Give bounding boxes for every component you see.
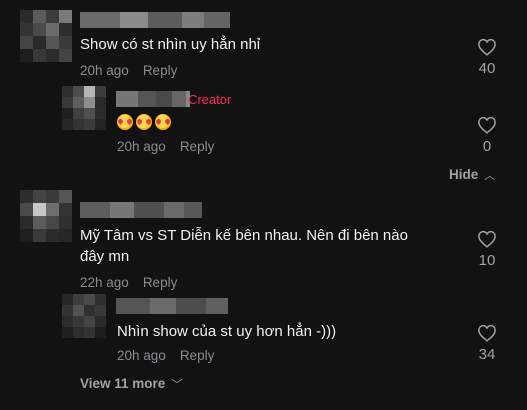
reply-text: Nhìn show của st uy hơn hẳn -))) xyxy=(117,323,337,340)
reply-meta: 20h ago Reply xyxy=(117,348,214,363)
username-redacted[interactable] xyxy=(116,298,228,314)
avatar[interactable] xyxy=(62,86,106,130)
smiling-face-with-hearts-emoji xyxy=(117,114,133,130)
heart-outline-icon xyxy=(478,324,496,342)
reply-button[interactable]: Reply xyxy=(143,63,178,78)
chevron-up-icon: ︿ xyxy=(484,170,496,182)
reply-meta: 20h ago Reply xyxy=(117,139,214,154)
heart-outline-icon xyxy=(478,116,496,134)
reply-button[interactable]: Reply xyxy=(180,139,215,154)
emoji-row xyxy=(117,114,171,130)
like-button[interactable]: 0 xyxy=(467,116,507,155)
hide-label: Hide xyxy=(449,167,479,182)
comment-text-line2: đây mn xyxy=(80,248,130,265)
like-count: 10 xyxy=(478,252,496,269)
reply-time: 20h ago xyxy=(117,348,166,363)
reply-button[interactable]: Reply xyxy=(143,275,178,290)
creator-badge: · Creator xyxy=(180,92,232,107)
username-redacted[interactable] xyxy=(80,202,202,218)
smiling-face-with-hearts-emoji xyxy=(155,114,171,130)
like-count: 40 xyxy=(478,60,496,77)
comment-text: Show có st nhìn uy hẳn nhỉ xyxy=(80,36,261,53)
smiling-face-with-hearts-emoji xyxy=(136,114,152,130)
username-redacted[interactable] xyxy=(116,91,190,107)
comment-time: 22h ago xyxy=(80,275,129,290)
like-button[interactable]: 40 xyxy=(467,38,507,77)
reply-time: 20h ago xyxy=(117,139,166,154)
avatar[interactable] xyxy=(20,10,72,62)
reply-button[interactable]: Reply xyxy=(180,348,215,363)
heart-outline-icon xyxy=(478,38,496,56)
view-more-replies-button[interactable]: View 11 more ﹀ xyxy=(80,376,182,392)
comment-meta: 20h ago Reply xyxy=(80,63,177,78)
comment-text: Mỹ Tâm vs ST Diễn kế bên nhau. Nên đi bê… xyxy=(80,227,408,244)
like-count: 34 xyxy=(478,346,496,363)
view-more-label: View 11 more xyxy=(80,376,166,391)
like-button[interactable]: 10 xyxy=(467,230,507,269)
avatar[interactable] xyxy=(20,190,72,242)
hide-replies-button[interactable]: Hide ︿ xyxy=(449,167,495,183)
chevron-down-icon: ﹀ xyxy=(171,379,183,391)
like-count: 0 xyxy=(482,138,492,155)
heart-outline-icon xyxy=(478,230,496,248)
avatar[interactable] xyxy=(62,294,106,338)
comment-meta: 22h ago Reply xyxy=(80,275,177,290)
comment-time: 20h ago xyxy=(80,63,129,78)
like-button[interactable]: 34 xyxy=(467,324,507,363)
username-redacted[interactable] xyxy=(80,12,230,28)
